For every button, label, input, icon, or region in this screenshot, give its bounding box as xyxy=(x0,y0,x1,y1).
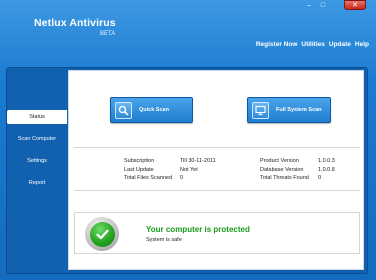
database-version-value: 1.0.0.8 xyxy=(318,166,335,173)
monitor-icon xyxy=(252,101,269,119)
divider-top xyxy=(74,147,360,148)
sidebar-item-settings[interactable]: Settings xyxy=(7,154,67,168)
full-scan-label: Full System Scan xyxy=(276,107,322,113)
content-area: Quick Scan Full System Scan Subscription… xyxy=(68,70,364,270)
nav-update[interactable]: Update xyxy=(329,41,351,48)
sidebar: Status Scan Computer Settings Report xyxy=(7,110,67,198)
product-version-label: Product Version xyxy=(260,158,299,164)
last-update-label: Last Update xyxy=(124,166,154,173)
nav-utilities[interactable]: Utilities xyxy=(301,41,324,48)
divider-bottom xyxy=(74,190,360,191)
top-nav: Register Now Utilities Update Help xyxy=(256,41,369,48)
subscription-value: Till 30-11-2011 xyxy=(180,158,216,164)
threats-found-label: Total Threats Found xyxy=(260,175,309,181)
app-subtitle: BETA xyxy=(100,31,116,37)
subscription-label: Subscription xyxy=(124,158,155,164)
search-icon xyxy=(115,101,132,119)
protection-status-detail: System is safe xyxy=(146,237,182,243)
checkmark-icon xyxy=(89,221,115,247)
nav-register-now[interactable]: Register Now xyxy=(256,41,298,48)
window-close-wrap: ✕ xyxy=(344,0,366,10)
sidebar-item-report[interactable]: Report xyxy=(7,176,67,190)
protection-status-headline: Your computer is protected xyxy=(146,225,250,234)
window-controls: – □ xyxy=(302,0,330,10)
app-title: Netlux Antivirus xyxy=(34,17,116,29)
sidebar-item-scan-computer[interactable]: Scan Computer xyxy=(7,132,67,146)
files-scanned-value: 0 xyxy=(180,175,184,181)
quick-scan-button[interactable]: Quick Scan xyxy=(110,97,193,123)
sidebar-item-status[interactable]: Status xyxy=(7,110,67,124)
quick-scan-label: Quick Scan xyxy=(139,107,169,113)
last-update-value: Not Yet xyxy=(180,166,198,173)
full-system-scan-button[interactable]: Full System Scan xyxy=(247,97,331,123)
files-scanned-label: Total Files Scanned xyxy=(124,175,172,181)
protection-badge xyxy=(85,217,119,251)
status-box: Your computer is protected System is saf… xyxy=(74,212,360,254)
database-version-label: Database Version xyxy=(260,166,304,173)
threats-found-value: 0 xyxy=(318,175,322,181)
product-version-value: 1.0.0.3 xyxy=(318,158,335,164)
app-window: – □ ✕ Netlux Antivirus BETA Register Now… xyxy=(0,0,376,280)
maximize-button[interactable]: □ xyxy=(316,0,330,10)
close-button[interactable]: ✕ xyxy=(344,0,366,10)
nav-help[interactable]: Help xyxy=(355,41,369,48)
minimize-button[interactable]: – xyxy=(302,0,316,10)
info-grid: Subscription Till 30-11-2011 Product Ver… xyxy=(124,157,364,183)
